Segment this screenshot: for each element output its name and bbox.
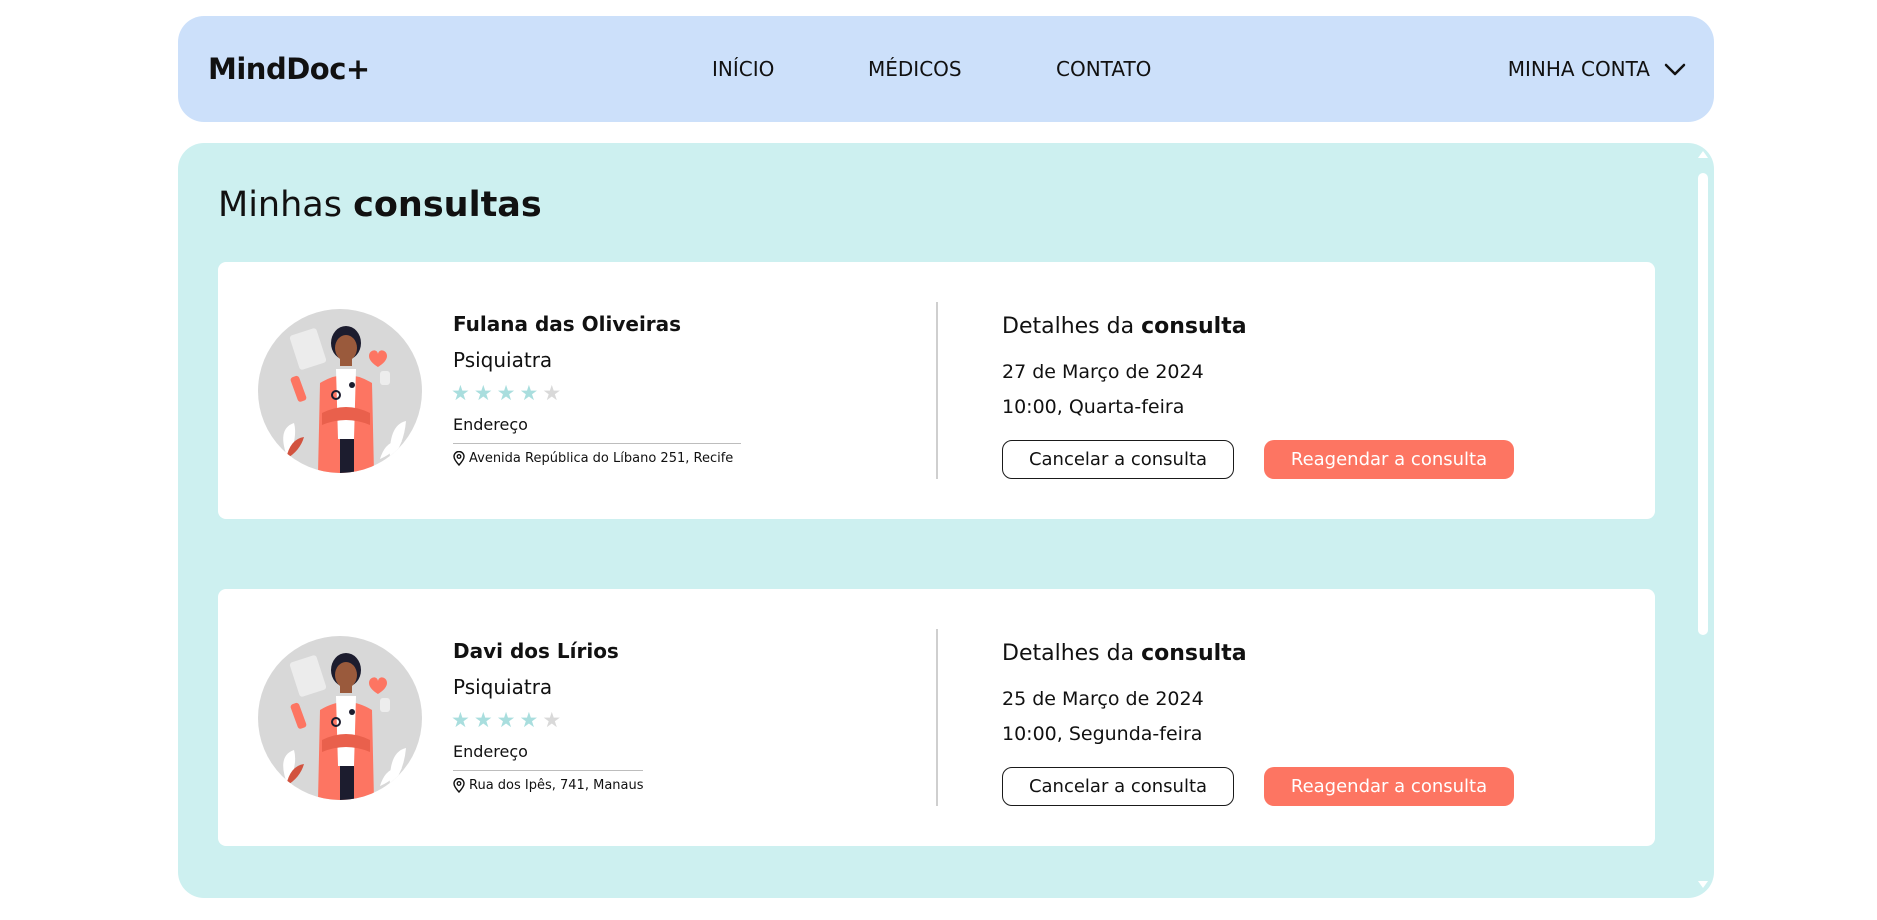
details-title: Detalhes da consulta — [1002, 641, 1247, 666]
appointments-panel: Minhas consultas Fulana das Oliveiras Ps… — [178, 143, 1714, 898]
reschedule-appointment-button[interactable]: Reagendar a consulta — [1264, 767, 1514, 806]
star-icon: ★ — [473, 381, 493, 405]
details-title-bold: consulta — [1141, 641, 1247, 666]
star-icon: ★ — [519, 708, 539, 732]
doctor-specialty: Psiquiatra — [453, 675, 553, 699]
appointment-date: 27 de Março de 2024 — [1002, 361, 1204, 383]
star-icon: ★ — [496, 381, 516, 405]
location-pin-icon — [453, 451, 465, 466]
account-label: MINHA CONTA — [1507, 57, 1650, 81]
address-label: Endereço — [453, 415, 528, 434]
cancel-appointment-button[interactable]: Cancelar a consulta — [1002, 767, 1234, 806]
rating-stars: ★ ★ ★ ★ ★ — [451, 382, 561, 404]
page-title-regular: Minhas — [218, 185, 354, 225]
doctor-avatar — [258, 309, 422, 473]
address-divider — [453, 443, 741, 444]
appointment-card: Davi dos Lírios Psiquiatra ★ ★ ★ ★ ★ End… — [218, 589, 1655, 846]
address-text: Avenida República do Líbano 251, Recife — [469, 451, 734, 466]
appointment-time: 10:00, Segunda-feira — [1002, 723, 1203, 745]
doctor-name: Fulana das Oliveiras — [453, 312, 682, 336]
account-menu[interactable]: MINHA CONTA — [1508, 16, 1686, 122]
scrollbar-thumb[interactable] — [1698, 173, 1708, 635]
address-label: Endereço — [453, 742, 528, 761]
logo[interactable]: MindDoc+ — [208, 16, 370, 122]
nav-link-contato[interactable]: CONTATO — [1056, 16, 1151, 122]
address-divider — [453, 770, 643, 771]
reschedule-appointment-button[interactable]: Reagendar a consulta — [1264, 440, 1514, 479]
details-title: Detalhes da consulta — [1002, 314, 1247, 339]
details-title-regular: Detalhes da — [1002, 314, 1142, 339]
star-empty-icon: ★ — [542, 708, 562, 732]
star-icon: ★ — [451, 381, 470, 405]
rating-stars: ★ ★ ★ ★ ★ — [451, 709, 561, 731]
scroll-down-arrow[interactable] — [1698, 881, 1708, 888]
details-title-bold: consulta — [1141, 314, 1247, 339]
appointment-date: 25 de Março de 2024 — [1002, 688, 1204, 710]
scroll-up-arrow[interactable] — [1698, 151, 1708, 158]
details-title-regular: Detalhes da — [1002, 641, 1142, 666]
appointment-time: 10:00, Quarta-feira — [1002, 396, 1185, 418]
chevron-down-icon — [1664, 63, 1686, 75]
address-text: Rua dos Ipês, 741, Manaus — [469, 778, 644, 793]
vertical-divider — [936, 302, 938, 479]
star-icon: ★ — [473, 708, 493, 732]
nav-link-inicio[interactable]: INÍCIO — [712, 16, 774, 122]
doctor-name: Davi dos Lírios — [453, 639, 619, 663]
star-icon: ★ — [519, 381, 539, 405]
address: Rua dos Ipês, 741, Manaus — [453, 778, 644, 793]
page-title: Minhas consultas — [218, 185, 542, 225]
vertical-divider — [936, 629, 938, 806]
star-empty-icon: ★ — [542, 381, 562, 405]
star-icon: ★ — [496, 708, 516, 732]
star-icon: ★ — [451, 708, 470, 732]
address: Avenida República do Líbano 251, Recife — [453, 451, 733, 466]
doctor-specialty: Psiquiatra — [453, 348, 553, 372]
doctor-avatar — [258, 636, 422, 800]
navbar: MindDoc+ INÍCIO MÉDICOS CONTATO MINHA CO… — [178, 16, 1714, 122]
cancel-appointment-button[interactable]: Cancelar a consulta — [1002, 440, 1234, 479]
appointment-card: Fulana das Oliveiras Psiquiatra ★ ★ ★ ★ … — [218, 262, 1655, 519]
nav-link-medicos[interactable]: MÉDICOS — [868, 16, 962, 122]
location-pin-icon — [453, 778, 465, 793]
page-title-bold: consultas — [353, 185, 542, 225]
